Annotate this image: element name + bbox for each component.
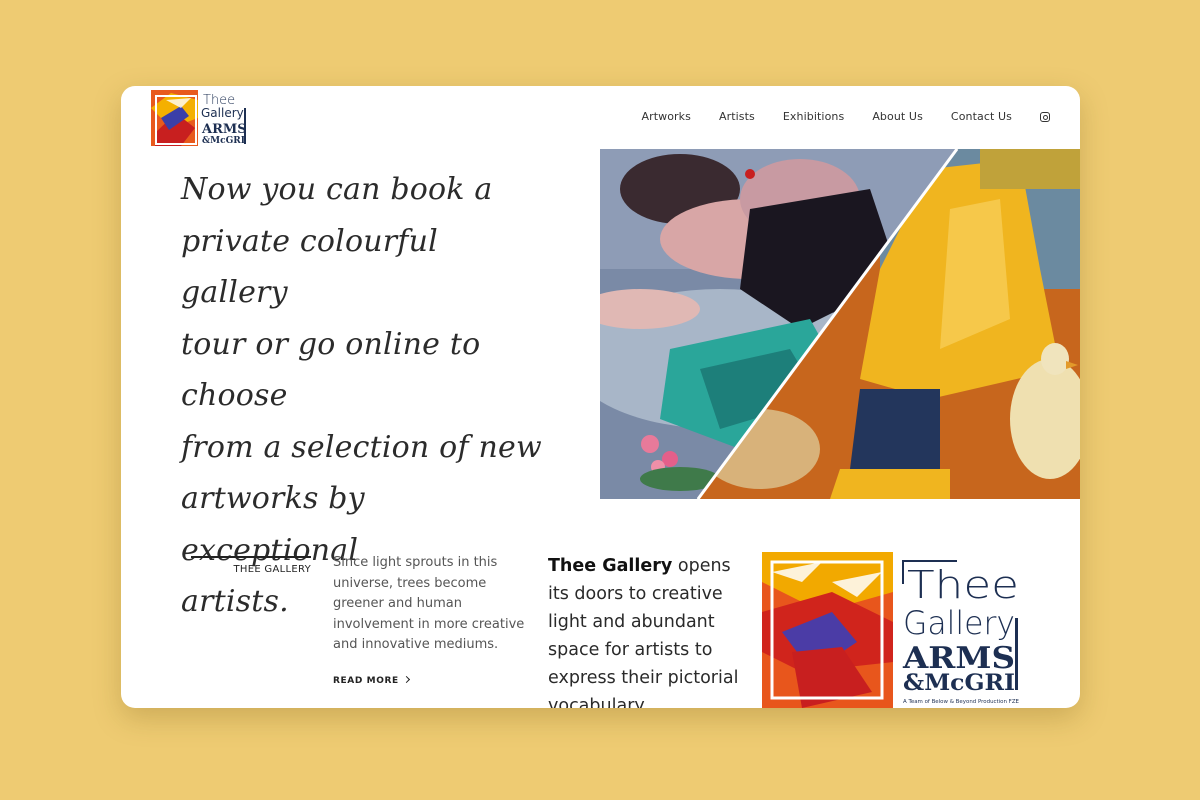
chevron-right-icon	[402, 675, 410, 684]
nav-about-us[interactable]: About Us	[872, 110, 923, 123]
gallery-logo-large: Thee Gallery ARMS &McGRI A Team of Below…	[762, 552, 1020, 708]
logo-text-arms: ARMS	[201, 122, 247, 137]
logo-large-mcgri: &McGRI	[903, 670, 1015, 696]
nav-artworks[interactable]: Artworks	[641, 110, 691, 123]
nav-contact-us[interactable]: Contact Us	[951, 110, 1012, 123]
gallery-statement: Thee Gallery opens its doors to creative…	[548, 552, 748, 708]
logo-text-gallery: Gallery	[201, 106, 244, 120]
section-label: THEE GALLERY	[233, 564, 311, 575]
nav-exhibitions[interactable]: Exhibitions	[783, 110, 844, 123]
statement-text: opens its doors to creative light and ab…	[548, 556, 739, 708]
instagram-icon[interactable]	[1040, 111, 1050, 122]
section-divider	[191, 556, 311, 558]
logo-large-gallery: Gallery	[903, 604, 1015, 642]
hero-painting-image	[600, 149, 1080, 499]
nav-artists[interactable]: Artists	[719, 110, 755, 123]
logo-text-mcgri: &McGRI	[202, 136, 245, 146]
read-more-label: READ MORE	[333, 676, 399, 686]
statement-brand: Thee Gallery	[548, 556, 673, 576]
logo-large-tagline: A Team of Below & Beyond Production FZE	[903, 699, 1020, 705]
intro-paragraph: Since light sprouts in this universe, tr…	[333, 555, 525, 652]
browser-window: Thee Gallery ARMS &McGRI Artworks Artist…	[121, 86, 1080, 708]
read-more-link[interactable]: READ MORE	[333, 675, 410, 686]
gallery-logo[interactable]: Thee Gallery ARMS &McGRI	[151, 88, 249, 148]
main-nav: Artworks Artists Exhibitions About Us Co…	[613, 110, 1050, 123]
logo-large-thee: Thee	[907, 563, 1019, 607]
